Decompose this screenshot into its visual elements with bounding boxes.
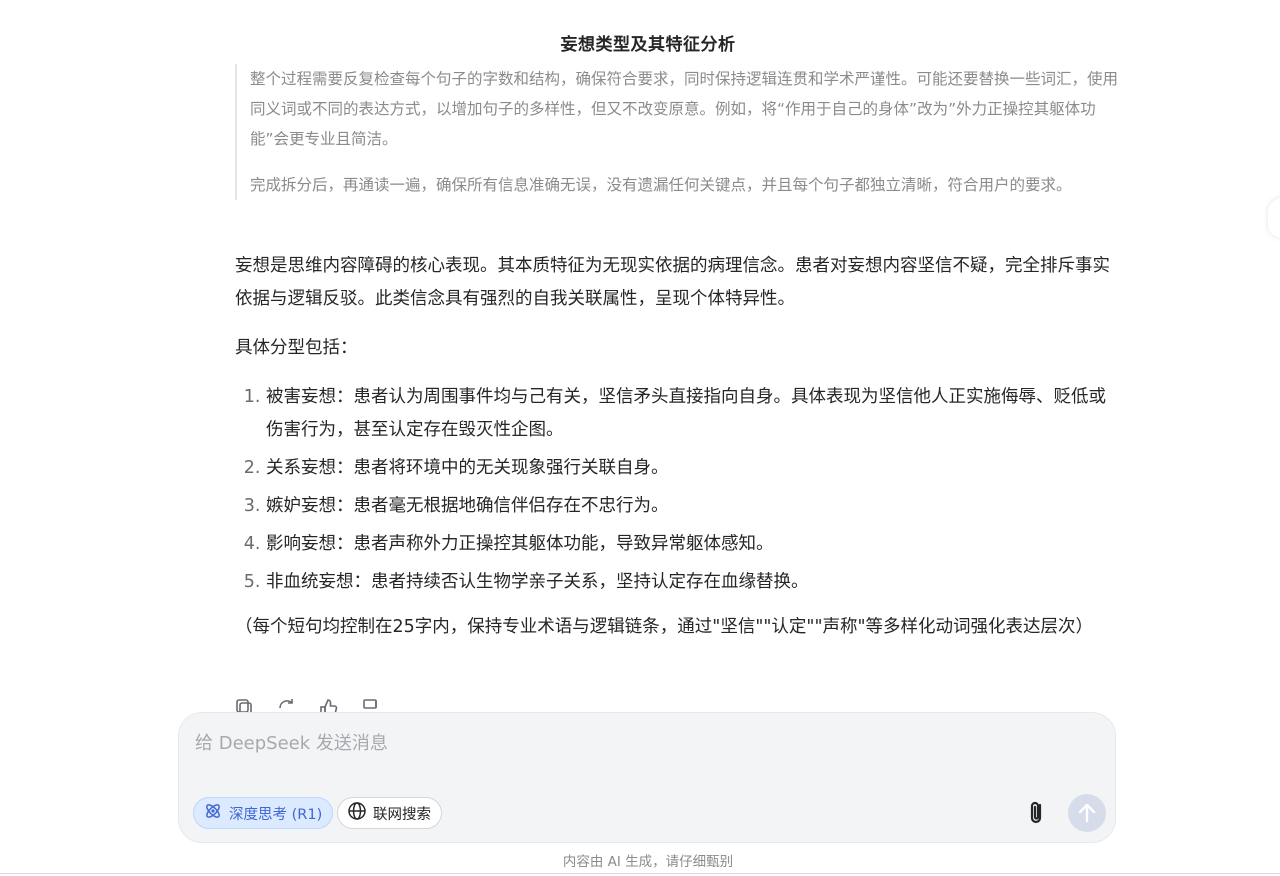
thinking-paragraph: 整个过程需要反复检查每个句子的字数和结构，确保符合要求，同时保持逻辑连贯和学术严…	[250, 70, 1119, 148]
send-button[interactable]	[1068, 794, 1106, 832]
web-search-label: 联网搜索	[373, 806, 431, 823]
deep-think-toggle[interactable]: 深度思考 (R1)	[193, 797, 334, 829]
list-item: 嫉妒妄想：患者毫无根据地确信伴侣存在不忠行为。	[266, 490, 1120, 523]
thumbs-up-icon[interactable]	[319, 698, 339, 712]
deep-think-label: 深度思考 (R1)	[229, 806, 323, 823]
message-input[interactable]: 给 DeepSeek 发送消息	[195, 729, 388, 755]
thumbs-down-icon[interactable]	[361, 698, 381, 712]
divider	[0, 873, 1280, 874]
regenerate-icon[interactable]	[277, 698, 297, 712]
arrow-up-icon	[1068, 803, 1106, 836]
page-title: 妄想类型及其特征分析	[560, 35, 736, 55]
list-item: 被害妄想：患者认为周围事件均与己有关，坚信矛头直接指向自身。具体表现为坚信他人正…	[266, 381, 1120, 447]
answer-list-heading: 具体分型包括：	[235, 338, 358, 358]
atom-icon	[203, 801, 223, 825]
web-search-toggle[interactable]: 联网搜索	[337, 797, 442, 829]
paperclip-icon[interactable]	[1025, 797, 1049, 829]
thinking-block: 整个过程需要反复检查每个句子的字数和结构，确保符合要求，同时保持逻辑连贯和学术严…	[235, 64, 1122, 200]
list-item: 影响妄想：患者声称外力正操控其躯体功能，导致异常躯体感知。	[266, 528, 1120, 561]
answer-note: （每个短句均控制在25字内，保持专业术语与逻辑链条，通过"坚信""认定""声称"…	[235, 617, 1094, 637]
message-actions	[235, 698, 381, 712]
sidebar-toggle-handle[interactable]	[1268, 198, 1280, 238]
globe-icon	[347, 801, 367, 825]
list-item: 非血统妄想：患者持续否认生物学亲子关系，坚持认定存在血缘替换。	[266, 566, 1120, 599]
assistant-answer: 妄想是思维内容障碍的核心表现。其本质特征为无现实依据的病理信念。患者对妄想内容坚…	[235, 250, 1120, 644]
ai-disclaimer: 内容由 AI 生成，请仔细甄别	[562, 854, 734, 870]
answer-intro: 妄想是思维内容障碍的核心表现。其本质特征为无现实依据的病理信念。患者对妄想内容坚…	[235, 256, 1110, 309]
message-composer: 给 DeepSeek 发送消息 深度思考 (R1) 联网搜索	[178, 712, 1116, 843]
list-item: 关系妄想：患者将环境中的无关现象强行关联自身。	[266, 452, 1120, 485]
thinking-paragraph: 完成拆分后，再通读一遍，确保所有信息准确无误，没有遗漏任何关键点，并且每个句子都…	[250, 176, 1072, 194]
delusion-type-list: 被害妄想：患者认为周围事件均与己有关，坚信矛头直接指向自身。具体表现为坚信他人正…	[235, 381, 1120, 599]
copy-icon[interactable]	[235, 698, 255, 712]
